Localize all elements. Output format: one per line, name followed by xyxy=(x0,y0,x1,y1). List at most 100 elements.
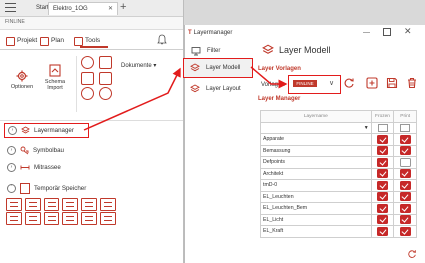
print-checkbox[interactable] xyxy=(399,180,411,190)
copy-icon[interactable] xyxy=(99,72,112,85)
close-button[interactable]: ✕ xyxy=(404,26,412,37)
table-row[interactable]: EL_Leuchten_Bem xyxy=(260,202,417,215)
building-icon[interactable] xyxy=(81,72,94,85)
nav-layer-modell-content[interactable]: Layer Modell xyxy=(190,63,240,73)
print-checkbox[interactable] xyxy=(399,192,411,202)
layer-name-cell[interactable]: Apparate xyxy=(260,133,372,146)
save-icon[interactable] xyxy=(386,77,398,89)
collapse-icon[interactable]: ˆ xyxy=(7,184,16,193)
info-icon[interactable] xyxy=(81,87,94,100)
layer-name-cell[interactable]: Defpoints xyxy=(260,156,372,169)
frozen-checkbox[interactable] xyxy=(377,157,389,167)
filter-layername[interactable]: ▼ xyxy=(260,121,372,134)
nav-layer-layout[interactable]: Layer Layout xyxy=(190,84,241,94)
expand-icon[interactable]: › xyxy=(7,163,16,172)
storage-slot-icon[interactable] xyxy=(24,212,41,225)
layer-name-cell[interactable]: EL_Leuchten_Bem xyxy=(260,202,372,215)
symbolbau-item[interactable]: › Symbolbau xyxy=(7,144,64,157)
storage-slot-icon[interactable] xyxy=(81,212,98,225)
storage-slot-icon[interactable] xyxy=(62,198,79,211)
temporaer-speicher-item[interactable]: ˆ Temporär Speicher xyxy=(7,182,86,195)
layer-name-cell[interactable]: EL_Kraft xyxy=(260,225,372,238)
storage-slot-icon[interactable] xyxy=(62,212,79,225)
column-header-layername[interactable]: Layername xyxy=(260,110,372,123)
phone-icon[interactable] xyxy=(81,56,94,69)
storage-slot-icon[interactable] xyxy=(6,198,22,211)
print-checkbox[interactable] xyxy=(399,169,411,179)
filter-dropdown-icon[interactable]: ▼ xyxy=(364,125,369,131)
table-row[interactable]: Architekt xyxy=(260,167,417,180)
monitor-icon xyxy=(191,47,201,56)
print-checkbox[interactable] xyxy=(399,134,411,144)
mitrassee-label: Mitrassee xyxy=(34,164,61,171)
table-row[interactable]: EL_Licht xyxy=(260,213,417,226)
print-checkbox[interactable] xyxy=(399,146,411,156)
frozen-checkbox[interactable] xyxy=(377,169,389,179)
layer-name-cell[interactable]: EL_Leuchten xyxy=(260,190,372,203)
print-checkbox[interactable] xyxy=(399,203,411,213)
monitor-icon[interactable] xyxy=(99,56,112,69)
frozen-checkbox[interactable] xyxy=(377,226,389,236)
new-tab-button[interactable]: + xyxy=(116,1,130,13)
tab-document[interactable]: Elektro_1OG ✕ xyxy=(48,2,118,15)
table-row[interactable]: tmD-0 xyxy=(260,179,417,192)
storage-slot-icon[interactable] xyxy=(100,198,116,211)
frozen-checkbox[interactable] xyxy=(377,180,389,190)
ribbon-tab-projekt[interactable]: Projekt xyxy=(6,35,37,47)
help-icon[interactable] xyxy=(99,87,112,100)
frozen-checkbox[interactable] xyxy=(377,134,389,144)
print-checkbox[interactable] xyxy=(399,157,411,167)
expand-icon[interactable]: › xyxy=(8,126,17,135)
add-icon[interactable] xyxy=(366,77,378,89)
column-header-print[interactable]: Print xyxy=(393,110,417,123)
bell-icon[interactable] xyxy=(157,34,167,45)
storage-slot-icon[interactable] xyxy=(6,212,22,225)
column-header-frozen[interactable]: Frozen xyxy=(370,110,395,123)
storage-slots-row-1 xyxy=(6,198,116,211)
frozen-checkbox[interactable] xyxy=(377,192,389,202)
storage-slot-icon[interactable] xyxy=(81,198,98,211)
filter-frozen[interactable] xyxy=(370,121,395,134)
table-row[interactable]: EL_Leuchten xyxy=(260,190,417,203)
close-tab-icon[interactable]: ✕ xyxy=(108,3,113,15)
frozen-checkbox[interactable] xyxy=(377,215,389,225)
layer-name-cell[interactable]: Architekt xyxy=(260,167,372,180)
table-row[interactable]: Bemassung xyxy=(260,144,417,157)
filter-frozen-checkbox[interactable] xyxy=(377,123,388,132)
dokumente-dropdown[interactable]: Dokumente ▾ xyxy=(121,62,156,69)
nav-filter[interactable]: Filter xyxy=(191,46,220,56)
schema-import-button[interactable]: Schema Import xyxy=(42,64,68,91)
layer-name-cell[interactable]: EL_Licht xyxy=(260,213,372,226)
temporaer-speicher-label: Temporär Speicher xyxy=(34,185,87,192)
storage-slot-icon[interactable] xyxy=(24,198,41,211)
frozen-checkbox[interactable] xyxy=(377,203,389,213)
refresh-icon[interactable] xyxy=(407,249,417,259)
expand-icon[interactable]: › xyxy=(7,146,16,155)
table-row[interactable]: Defpoints xyxy=(260,156,417,169)
layermanager-item[interactable]: › Layermanager xyxy=(4,123,89,138)
filter-print-checkbox[interactable] xyxy=(400,123,411,132)
maximize-button[interactable] xyxy=(383,28,391,36)
frozen-cell xyxy=(370,225,395,238)
layer-name-cell[interactable]: tmD-0 xyxy=(260,179,372,192)
table-row[interactable]: EL_Kraft xyxy=(260,225,417,238)
storage-slot-icon[interactable] xyxy=(43,198,60,211)
hamburger-menu-icon[interactable] xyxy=(5,3,16,12)
symbolbau-label: Symbolbau xyxy=(33,147,64,154)
minimize-button[interactable]: — xyxy=(363,29,370,36)
storage-slot-icon[interactable] xyxy=(43,212,60,225)
storage-slot-icon[interactable] xyxy=(100,212,116,225)
ribbon-tab-plan[interactable]: Plan xyxy=(40,35,64,47)
trash-icon[interactable] xyxy=(406,77,418,89)
refresh-icon[interactable] xyxy=(343,77,355,89)
mitrassee-item[interactable]: › Mitrassee xyxy=(7,161,61,174)
table-row[interactable]: Apparate xyxy=(260,133,417,146)
print-checkbox[interactable] xyxy=(399,226,411,236)
filter-print[interactable] xyxy=(393,121,417,134)
print-checkbox[interactable] xyxy=(399,215,411,225)
vorlagen-selected-value[interactable]: FINLINE xyxy=(293,80,317,87)
chevron-down-icon[interactable]: ∨ xyxy=(329,79,334,87)
frozen-checkbox[interactable] xyxy=(377,146,389,156)
layer-name-cell[interactable]: Bemassung xyxy=(260,144,372,157)
optionen-button[interactable]: Optionen xyxy=(10,70,34,90)
